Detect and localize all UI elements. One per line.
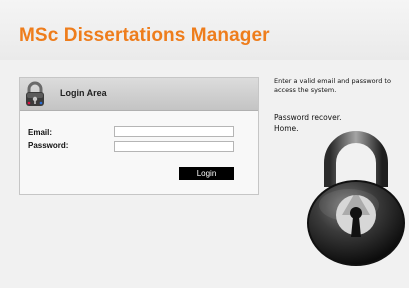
padlock-icon <box>26 81 44 106</box>
email-label: Email: <box>28 128 53 137</box>
login-panel-header: Login Area <box>20 78 258 111</box>
login-title: Login Area <box>60 88 107 98</box>
password-label: Password: <box>28 141 69 150</box>
password-field[interactable] <box>114 141 234 152</box>
app-title: MSc Dissertations Manager <box>19 25 270 46</box>
page-header: MSc Dissertations Manager <box>0 0 409 60</box>
email-field[interactable] <box>114 126 234 137</box>
instructions-text: Enter a valid email and password to acce… <box>274 77 391 94</box>
password-recover-link[interactable]: Password recover. <box>274 112 342 123</box>
login-instructions: Enter a valid email and password to acce… <box>274 77 409 95</box>
login-panel: Login Area Email: Password: Login <box>19 77 259 195</box>
login-button[interactable]: Login <box>179 167 234 180</box>
large-padlock-icon <box>307 131 405 266</box>
